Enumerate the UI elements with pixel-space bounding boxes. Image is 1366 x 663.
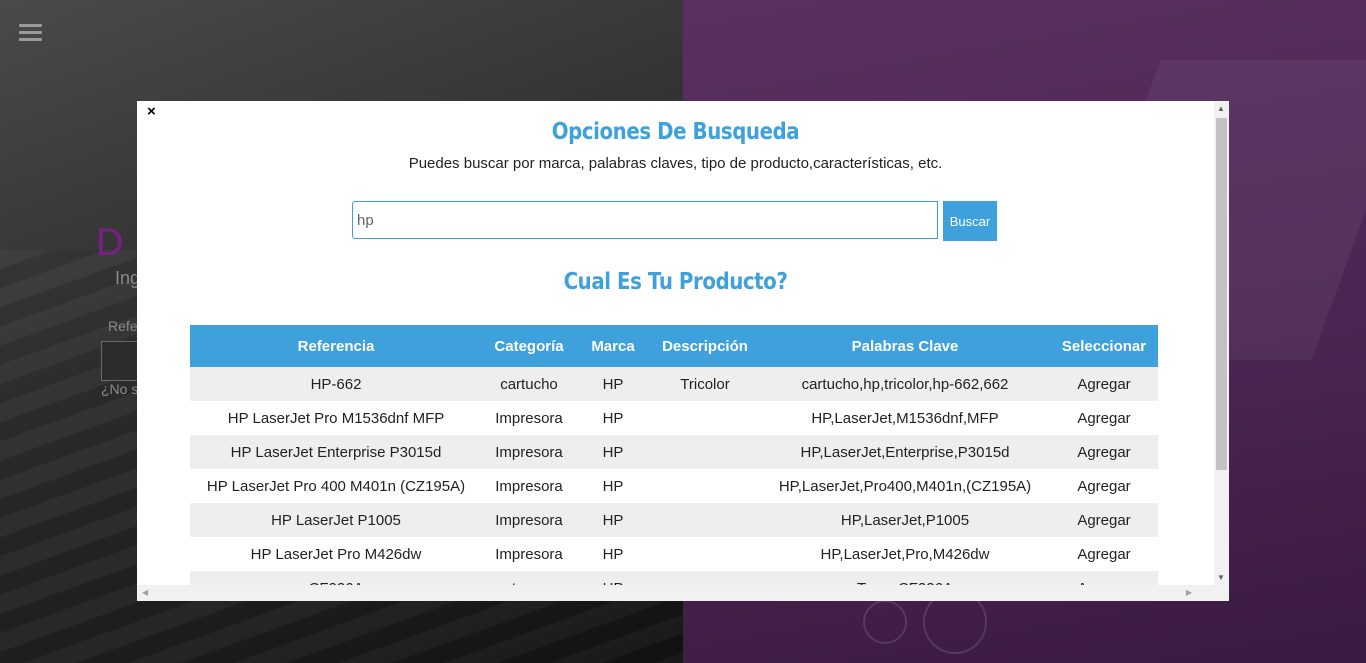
menu-icon[interactable] [19, 24, 42, 42]
cell-referencia: HP LaserJet Enterprise P3015d [190, 435, 482, 469]
cell-marca: HP [576, 435, 650, 469]
cell-descripcion [650, 435, 760, 469]
add-product-button[interactable]: Agregar [1050, 537, 1158, 571]
column-header-seleccionar: Seleccionar [1050, 325, 1158, 367]
cell-marca: HP [576, 537, 650, 571]
cell-categoria: Impresora [482, 401, 576, 435]
cell-categoria: Impresora [482, 503, 576, 537]
vertical-scrollbar[interactable]: ▲ ▼ [1214, 101, 1229, 585]
horizontal-scrollbar[interactable]: ◀ ▶ [137, 585, 1214, 601]
table-row: HP LaserJet Pro M1536dnf MFP Impresora H… [190, 401, 1158, 435]
add-product-button[interactable]: Agregar [1050, 435, 1158, 469]
add-product-button[interactable]: Agregar [1050, 401, 1158, 435]
cell-descripcion [650, 401, 760, 435]
scroll-left-arrow-icon[interactable]: ◀ [142, 588, 148, 597]
background-register-link: ¿No s [101, 381, 139, 397]
table-row: HP-662 cartucho HP Tricolor cartucho,hp,… [190, 367, 1158, 401]
vertical-scrollbar-thumb[interactable] [1216, 118, 1227, 470]
cell-categoria: cartucho [482, 367, 576, 401]
table-row: HP LaserJet P1005 Impresora HP HP,LaserJ… [190, 503, 1158, 537]
cell-marca: HP [576, 367, 650, 401]
background-brand-text: D [96, 222, 124, 264]
background-field-label: Refe [108, 318, 138, 334]
cell-palabras-clave: cartucho,hp,tricolor,hp-662,662 [760, 367, 1050, 401]
modal-title: Opciones De Busqueda [551, 119, 800, 145]
add-product-button[interactable]: Agregar [1050, 469, 1158, 503]
cell-categoria: Impresora [482, 469, 576, 503]
column-header-marca: Marca [576, 325, 650, 367]
table-header-row: Referencia Categoría Marca Descripción P… [190, 325, 1158, 367]
close-icon[interactable]: × [147, 103, 156, 121]
add-product-button[interactable]: Agregar [1050, 367, 1158, 401]
search-button[interactable]: Buscar [943, 201, 997, 241]
add-product-button[interactable]: Agregar [1050, 503, 1158, 537]
cell-descripcion [650, 537, 760, 571]
background-button-ring [863, 600, 907, 644]
cell-palabras-clave: HP,LaserJet,Enterprise,P3015d [760, 435, 1050, 469]
table-row: HP LaserJet Enterprise P3015d Impresora … [190, 435, 1158, 469]
cell-categoria: Impresora [482, 537, 576, 571]
cell-referencia: HP LaserJet Pro M426dw [190, 537, 482, 571]
cell-referencia: HP LaserJet Pro M1536dnf MFP [190, 401, 482, 435]
cell-palabras-clave: HP,LaserJet,Pro400,M401n,(CZ195A) [760, 469, 1050, 503]
search-options-modal: × Opciones De Busqueda Puedes buscar por… [137, 101, 1229, 601]
cell-palabras-clave: HP,LaserJet,P1005 [760, 503, 1050, 537]
cell-referencia: HP LaserJet P1005 [190, 503, 482, 537]
column-header-descripcion: Descripción [650, 325, 760, 367]
modal-subtitle: Puedes buscar por marca, palabras claves… [408, 155, 943, 172]
scroll-down-arrow-icon[interactable]: ▼ [1217, 573, 1225, 582]
column-header-palabras-clave: Palabras Clave [760, 325, 1050, 367]
cell-marca: HP [576, 401, 650, 435]
cell-marca: HP [576, 503, 650, 537]
results-title: Cual Es Tu Producto? [563, 269, 788, 295]
column-header-referencia: Referencia [190, 325, 482, 367]
cell-referencia: HP LaserJet Pro 400 M401n (CZ195A) [190, 469, 482, 503]
table-row: HP LaserJet Pro M426dw Impresora HP HP,L… [190, 537, 1158, 571]
cell-categoria: Impresora [482, 435, 576, 469]
column-header-categoria: Categoría [482, 325, 576, 367]
cell-referencia: HP-662 [190, 367, 482, 401]
cell-palabras-clave: HP,LaserJet,M1536dnf,MFP [760, 401, 1050, 435]
cell-descripcion [650, 469, 760, 503]
search-input[interactable] [352, 201, 938, 239]
scroll-right-arrow-icon[interactable]: ▶ [1186, 588, 1192, 597]
results-table: Referencia Categoría Marca Descripción P… [190, 325, 1158, 601]
cell-marca: HP [576, 469, 650, 503]
cell-palabras-clave: HP,LaserJet,Pro,M426dw [760, 537, 1050, 571]
scrollbar-corner [1214, 585, 1229, 601]
scroll-up-arrow-icon[interactable]: ▲ [1217, 104, 1225, 113]
table-row: HP LaserJet Pro 400 M401n (CZ195A) Impre… [190, 469, 1158, 503]
cell-descripcion [650, 503, 760, 537]
cell-descripcion: Tricolor [650, 367, 760, 401]
